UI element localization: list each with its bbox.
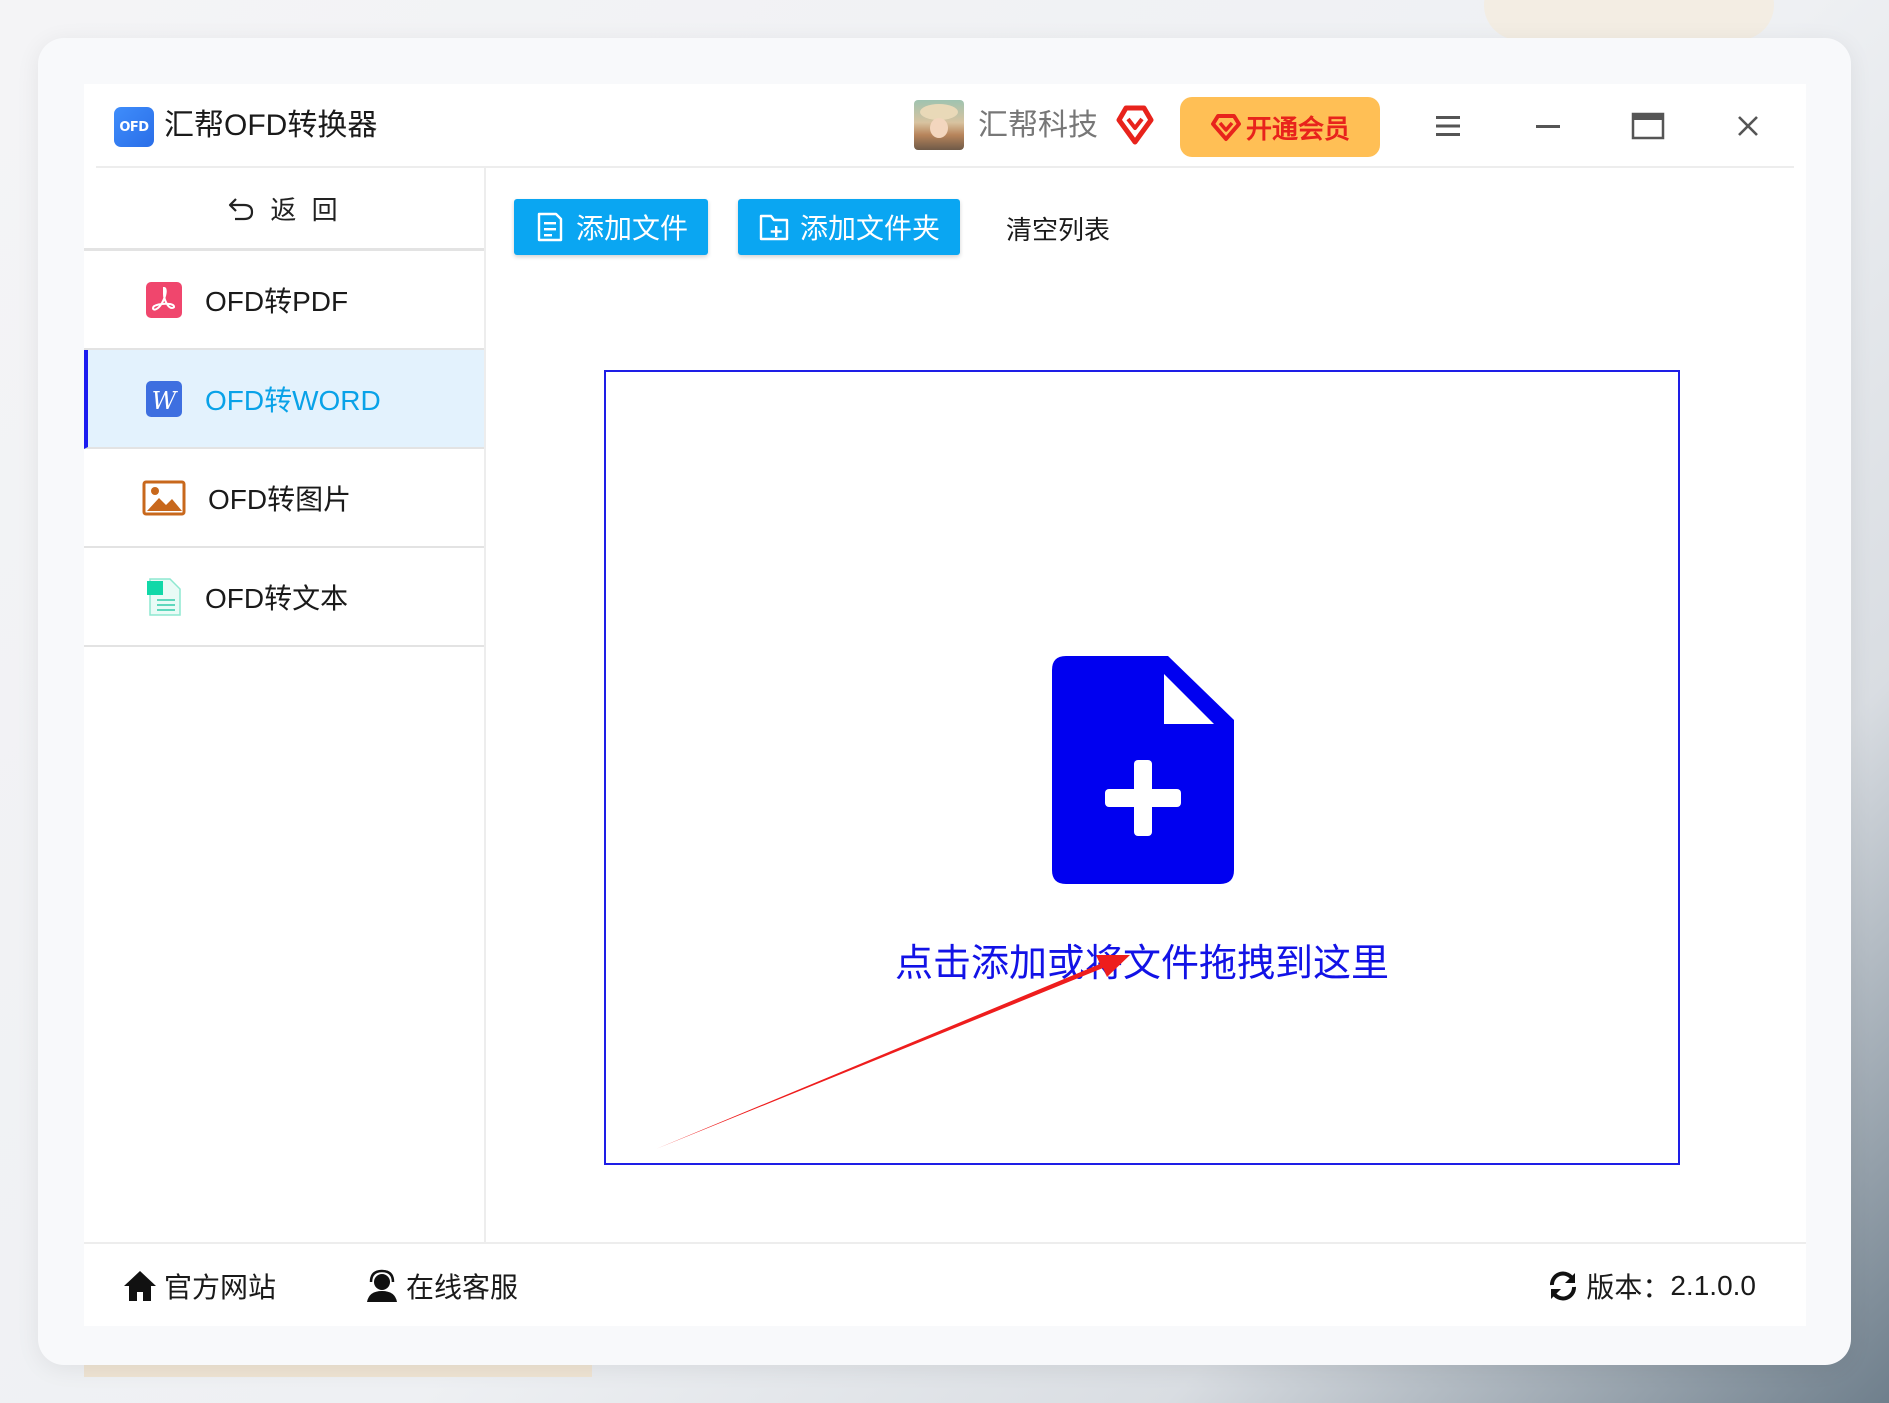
close-icon: [1738, 116, 1758, 136]
home-icon: [124, 1271, 156, 1301]
headset-icon: [367, 1269, 397, 1302]
sidebar-item-label: OFD转图片: [208, 483, 352, 515]
avatar[interactable]: [914, 100, 964, 150]
clear-list-button[interactable]: 清空列表: [1006, 210, 1110, 247]
username[interactable]: 汇帮科技: [978, 106, 1098, 146]
sidebar-item-ofd-to-pdf[interactable]: OFD转PDF: [84, 251, 484, 350]
back-button[interactable]: 返 回: [84, 168, 484, 251]
footer: 官方网站 在线客服 版本： 2.1.0.0: [84, 1242, 1806, 1328]
vip-diamond-icon: [1116, 105, 1154, 145]
app-title: 汇帮OFD转换器: [164, 109, 378, 142]
maximize-button[interactable]: [1620, 98, 1676, 154]
online-support-link[interactable]: 在线客服: [364, 1266, 518, 1306]
minimize-icon: [1536, 125, 1560, 128]
sidebar-item-label: OFD转PDF: [205, 285, 349, 317]
add-folder-icon: [759, 214, 789, 241]
sidebar-item-ofd-to-text[interactable]: OFD转文本: [84, 548, 484, 647]
title-bar: OFD 汇帮OFD转换器 汇帮科技 开通会员: [84, 84, 1806, 166]
official-website-link[interactable]: 官方网站: [122, 1266, 276, 1306]
svg-text:W: W: [152, 387, 179, 415]
add-folder-label: 添加文件夹: [799, 213, 940, 244]
add-file-button[interactable]: 添加文件: [514, 199, 708, 255]
app-window: OFD 汇帮OFD转换器 汇帮科技 开通会员 返 回 OFD转PDF W OFD…: [84, 84, 1806, 1326]
vip-button-diamond-icon: [1210, 114, 1241, 141]
sidebar-item-ofd-to-word[interactable]: W OFD转WORD: [84, 350, 484, 449]
minimize-button[interactable]: [1520, 98, 1576, 154]
background-decoration: [1484, 0, 1774, 40]
vip-upgrade-button[interactable]: 开通会员: [1180, 97, 1380, 157]
word-icon: W: [146, 380, 182, 417]
add-folder-button[interactable]: 添加文件夹: [738, 199, 960, 255]
version-info: 版本： 2.1.0.0: [1546, 1266, 1756, 1306]
pdf-icon: [146, 281, 182, 318]
back-label: 返 回: [270, 194, 342, 225]
app-logo-icon: OFD: [114, 107, 154, 147]
refresh-icon: [1550, 1271, 1577, 1301]
add-file-label: 添加文件: [575, 213, 688, 244]
add-file-icon: [537, 212, 563, 242]
image-icon: [142, 480, 186, 515]
sidebar-item-label: OFD转文本: [205, 582, 349, 614]
close-button[interactable]: [1720, 98, 1776, 154]
menu-icon: [1436, 116, 1460, 136]
menu-button[interactable]: [1420, 98, 1476, 154]
drop-zone-text: 点击添加或将文件拖拽到这里: [894, 943, 1389, 985]
text-file-icon: [147, 577, 181, 616]
sidebar-item-ofd-to-image[interactable]: OFD转图片: [84, 449, 484, 548]
sidebar: 返 回 OFD转PDF W OFD转WORD OFD转图片 OFD转文本: [84, 168, 486, 1242]
version-value: 2.1.0.0: [1670, 1270, 1756, 1301]
sidebar-item-label: OFD转WORD: [205, 384, 381, 416]
official-website-label: 官方网站: [164, 1272, 277, 1303]
background-decoration-strip: [84, 1365, 592, 1377]
version-label: 版本：: [1586, 1272, 1671, 1303]
maximize-icon: [1631, 112, 1665, 140]
add-file-icon: [1052, 656, 1234, 884]
vip-button-label: 开通会员: [1245, 113, 1350, 144]
file-drop-zone[interactable]: 点击添加或将文件拖拽到这里: [604, 370, 1680, 1165]
back-arrow-icon: [229, 198, 254, 221]
online-support-label: 在线客服: [406, 1272, 519, 1303]
